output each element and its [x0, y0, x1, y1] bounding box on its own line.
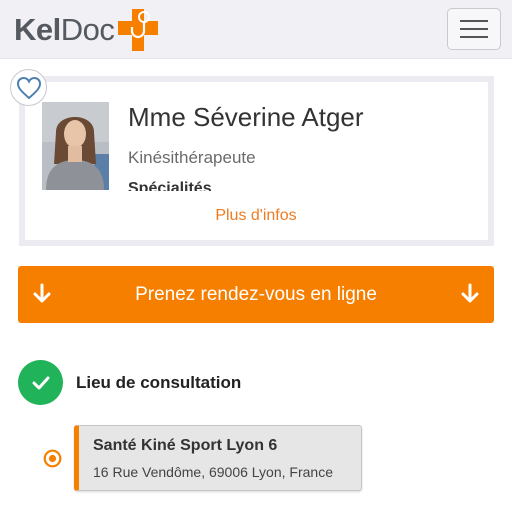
book-online-button[interactable]: Prenez rendez-vous en ligne — [18, 266, 494, 323]
step-title: Lieu de consultation — [76, 373, 242, 392]
arrow-down-icon — [461, 283, 479, 303]
hamburger-icon — [460, 20, 488, 22]
practitioner-role: Kinésithérapeute — [128, 148, 256, 167]
hamburger-icon — [460, 36, 488, 38]
more-info-link[interactable]: Plus d'infos — [0, 207, 512, 225]
menu-button[interactable] — [447, 8, 501, 50]
specialties-section: Spécialités — [128, 180, 328, 191]
book-online-label: Prenez rendez-vous en ligne — [135, 283, 377, 305]
practitioner-name: Mme Séverine Atger — [128, 102, 364, 132]
specialties-label: Spécialités — [128, 180, 212, 191]
logo-cross-icon — [118, 9, 159, 51]
step-complete-badge — [18, 360, 63, 405]
favorite-button[interactable] — [10, 69, 47, 106]
location-option[interactable]: Santé Kiné Sport Lyon 6 16 Rue Vendôme, … — [74, 425, 362, 491]
check-icon — [32, 376, 49, 389]
hamburger-icon — [460, 28, 488, 30]
arrow-down-icon — [33, 283, 51, 303]
location-name: Santé Kiné Sport Lyon 6 — [93, 437, 278, 454]
location-address: 16 Rue Vendôme, 69006 Lyon, France — [93, 464, 333, 480]
logo-text: KelDoc — [14, 12, 115, 47]
keldoc-logo[interactable]: KelDoc — [14, 7, 160, 53]
top-navbar: KelDoc — [0, 0, 512, 59]
practitioner-photo — [42, 102, 109, 190]
heart-outline-icon — [16, 76, 41, 99]
location-radio[interactable] — [43, 449, 62, 468]
